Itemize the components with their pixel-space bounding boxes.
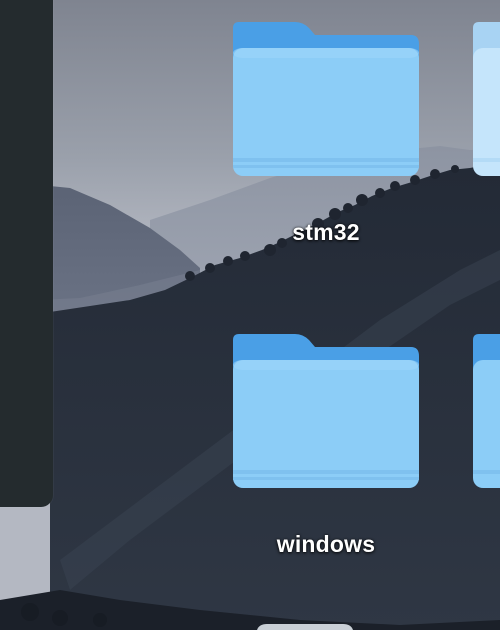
folder-icon bbox=[473, 22, 500, 176]
folder-label: windows bbox=[276, 531, 376, 557]
folder-icon bbox=[233, 22, 419, 176]
desktop: stm32 $R windows bbox=[0, 0, 500, 630]
folder-icon bbox=[473, 334, 500, 488]
sidebar-panel bbox=[0, 0, 53, 507]
folder-icon bbox=[233, 334, 419, 488]
folder-label: stm32 bbox=[292, 219, 360, 245]
folder-icon bbox=[257, 624, 353, 630]
